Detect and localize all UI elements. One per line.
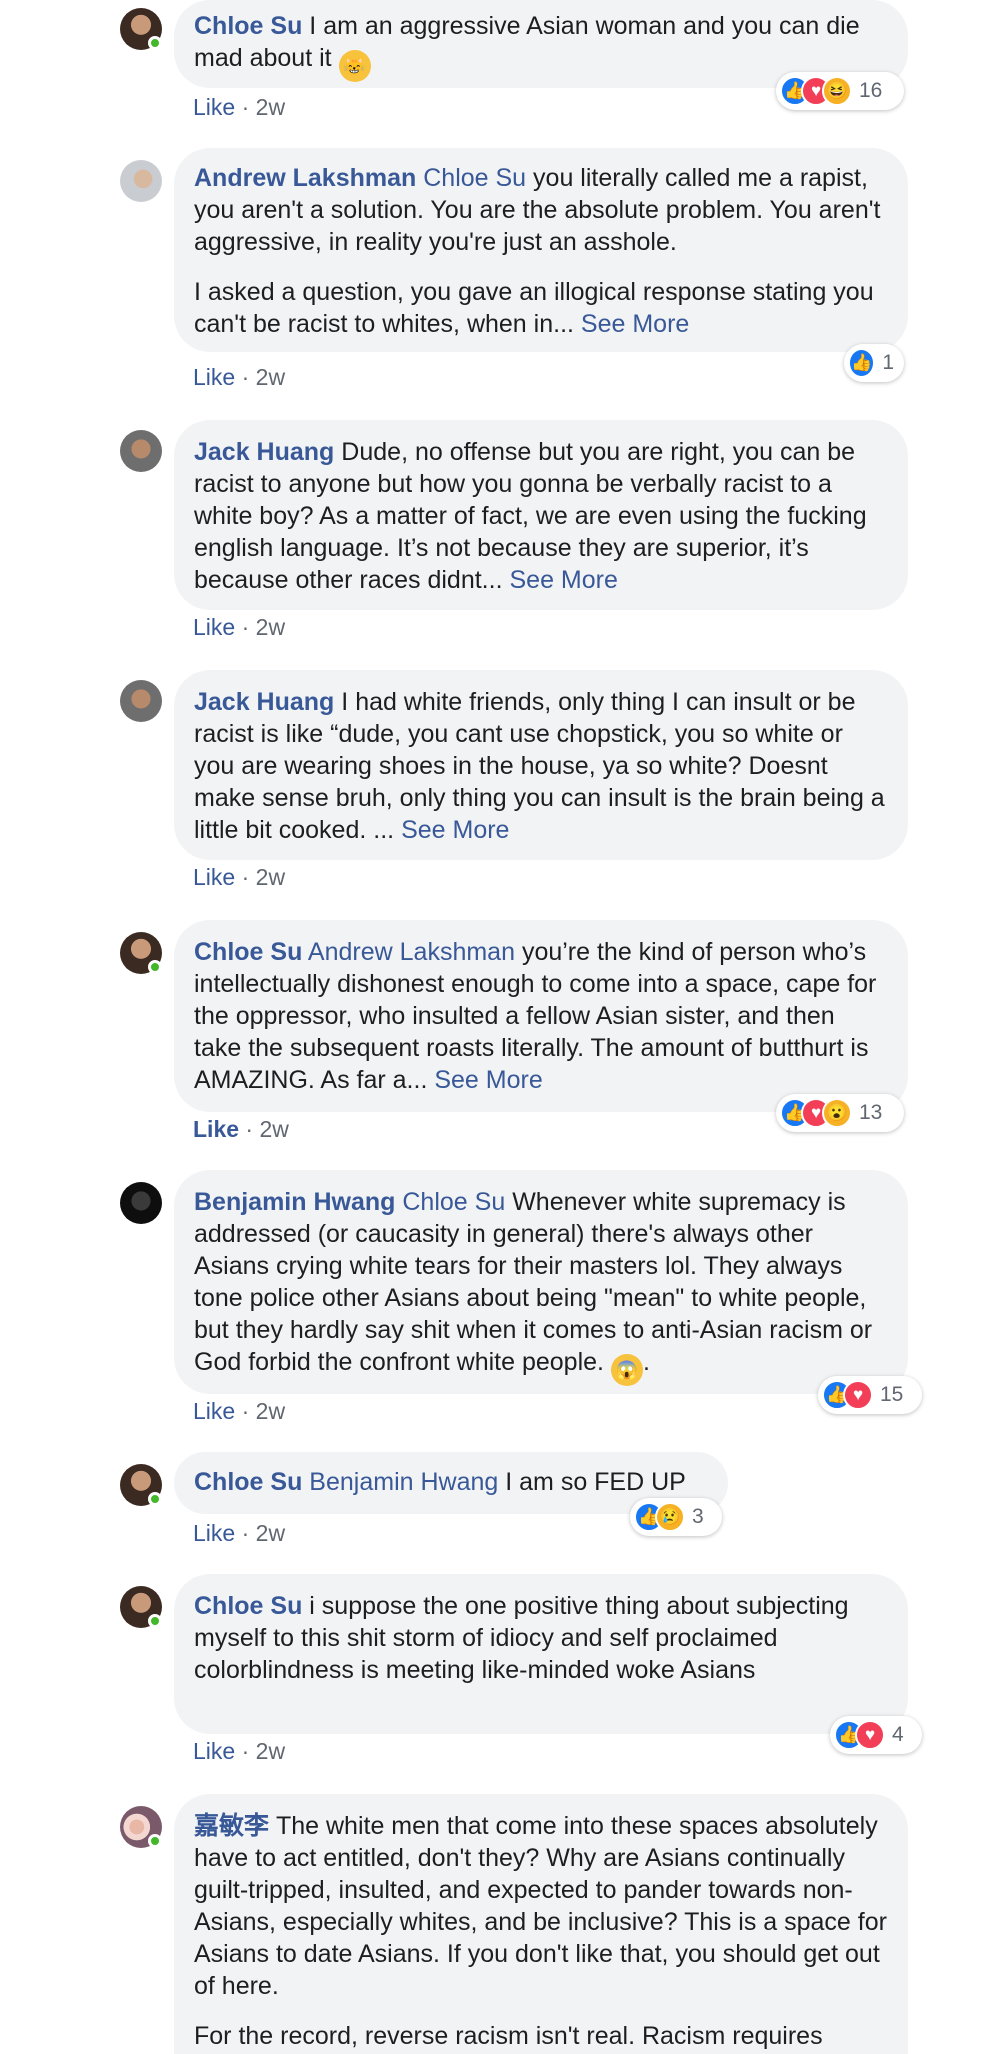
like-button[interactable]: Like	[193, 1520, 235, 1546]
like-button[interactable]: Like	[193, 1398, 235, 1424]
reactions-summary[interactable]: 👍 ♥ 15	[818, 1376, 922, 1414]
haha-reaction-icon: 😆	[822, 76, 852, 106]
author-name[interactable]: Chloe Su	[194, 12, 302, 40]
scream-icon: 😱	[610, 1354, 643, 1386]
comment-text: I am so FED UP	[505, 1468, 686, 1496]
comment-text: The white men that come into these space…	[194, 1812, 887, 2000]
avatar[interactable]	[120, 1464, 162, 1506]
reaction-count: 1	[882, 351, 894, 374]
comment-meta: Like · 2w	[193, 1398, 286, 1424]
timestamp[interactable]: 2w	[256, 364, 285, 390]
comment-meta: Like · 2w	[193, 364, 286, 390]
online-indicator-icon	[148, 960, 162, 974]
like-button[interactable]: Like	[193, 864, 235, 890]
like-button[interactable]: Like	[193, 364, 235, 390]
mention-link[interactable]: Benjamin Hwang	[309, 1468, 498, 1496]
avatar[interactable]	[120, 430, 162, 472]
avatar-photo	[120, 160, 162, 202]
mention-link[interactable]: Andrew Lakshman	[308, 938, 515, 966]
like-button[interactable]: Like	[193, 1116, 239, 1142]
author-name[interactable]: Chloe Su	[194, 938, 302, 966]
author-name[interactable]: Benjamin Hwang	[194, 1188, 395, 1216]
comment-meta: Like · 2w	[193, 94, 286, 120]
love-reaction-icon: ♥	[855, 1720, 885, 1750]
cat-smile-icon: 😸	[338, 50, 371, 82]
see-more-link[interactable]: See More	[434, 1066, 542, 1094]
author-name[interactable]: Chloe Su	[194, 1592, 302, 1620]
mention-link[interactable]: Chloe Su	[402, 1188, 505, 1216]
comment-meta: Like · 2w	[193, 864, 286, 890]
avatar[interactable]	[120, 1182, 162, 1224]
see-more-link[interactable]: See More	[509, 566, 617, 594]
author-name[interactable]: Jack Huang	[194, 688, 334, 716]
reactions-summary[interactable]: 👍 ♥ 😮 13	[776, 1094, 904, 1132]
like-button[interactable]: Like	[193, 94, 235, 120]
timestamp[interactable]: 2w	[256, 94, 285, 120]
love-reaction-icon: ♥	[843, 1380, 873, 1410]
mention-link[interactable]: Chloe Su	[423, 164, 526, 192]
author-name[interactable]: Jack Huang	[194, 438, 334, 466]
reaction-count: 15	[880, 1383, 904, 1406]
comment-bubble: Chloe Su Andrew Lakshman you’re the kind…	[174, 920, 908, 1112]
avatar-photo	[120, 1182, 162, 1224]
reactions-summary[interactable]: 👍 ♥ 😆 16	[776, 72, 904, 110]
timestamp[interactable]: 2w	[256, 864, 285, 890]
comment-bubble: Jack Huang Dude, no offense but you are …	[174, 420, 908, 610]
reactions-summary[interactable]: 👍 1	[844, 344, 904, 382]
timestamp[interactable]: 2w	[256, 1520, 285, 1546]
reaction-count: 13	[859, 1101, 883, 1124]
author-name[interactable]: Andrew Lakshman	[194, 164, 416, 192]
reaction-count: 3	[692, 1505, 704, 1528]
avatar[interactable]	[120, 680, 162, 722]
online-indicator-icon	[148, 1834, 162, 1848]
comment-meta: Like · 2w	[193, 1520, 286, 1546]
see-more-link[interactable]: See More	[581, 310, 689, 338]
comment-meta: Like · 2w	[193, 1116, 289, 1142]
timestamp[interactable]: 2w	[256, 1398, 285, 1424]
author-name[interactable]: 嘉敏李	[194, 1812, 269, 1840]
comment-bubble: Chloe Su i suppose the one positive thin…	[174, 1574, 908, 1734]
author-name[interactable]: Chloe Su	[194, 1468, 302, 1496]
online-indicator-icon	[148, 1492, 162, 1506]
timestamp[interactable]: 2w	[256, 1738, 285, 1764]
see-more-link[interactable]: See More	[401, 816, 509, 844]
like-reaction-icon: 👍	[848, 348, 876, 378]
comment-bubble: Andrew Lakshman Chloe Su you literally c…	[174, 148, 908, 352]
avatar-photo	[120, 680, 162, 722]
avatar[interactable]	[120, 1806, 162, 1848]
like-button[interactable]: Like	[193, 1738, 235, 1764]
comment-bubble: Benjamin Hwang Chloe Su Whenever white s…	[174, 1170, 908, 1394]
avatar[interactable]	[120, 1586, 162, 1628]
comment-bubble: Jack Huang I had white friends, only thi…	[174, 670, 908, 860]
timestamp[interactable]: 2w	[259, 1116, 288, 1142]
comment-meta: Like · 2w	[193, 614, 286, 640]
avatar[interactable]	[120, 160, 162, 202]
sad-reaction-icon: 😢	[655, 1502, 685, 1532]
reaction-count: 4	[892, 1723, 904, 1746]
like-button[interactable]: Like	[193, 614, 235, 640]
avatar-photo	[120, 430, 162, 472]
avatar[interactable]	[120, 8, 162, 50]
comment-meta: Like · 2w	[193, 1738, 286, 1764]
comment-text: Whenever white supremacy is addressed (o…	[194, 1188, 873, 1376]
wow-reaction-icon: 😮	[822, 1098, 852, 1128]
online-indicator-icon	[148, 1614, 162, 1628]
reactions-summary[interactable]: 👍 😢 3	[630, 1498, 722, 1536]
reaction-count: 16	[859, 79, 883, 102]
reactions-summary[interactable]: 👍 ♥ 4	[830, 1716, 922, 1754]
avatar[interactable]	[120, 932, 162, 974]
comment-text: For the record, reverse racism isn't rea…	[194, 2022, 823, 2050]
online-indicator-icon	[148, 36, 162, 50]
timestamp[interactable]: 2w	[256, 614, 285, 640]
comment-text: I asked a question, you gave an illogica…	[194, 278, 874, 338]
comment-bubble: 嘉敏李 The white men that come into these s…	[174, 1794, 908, 2054]
